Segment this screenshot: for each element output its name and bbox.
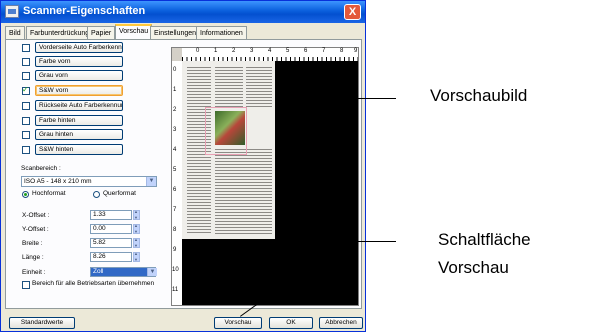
scan-area-select[interactable]: ISO A5 - 148 x 210 mm ▼ [21,176,157,187]
vertical-ruler: 0 1 2 3 4 5 6 7 8 9 10 11 [172,61,182,305]
scanner-properties-window: Scanner-Eigenschaften X Bild Farbunterdr… [0,0,366,332]
x-offset-spinner[interactable] [133,209,140,220]
preview-image[interactable] [182,61,358,305]
chevron-down-icon[interactable]: ▼ [146,177,156,186]
x-offset-label: X-Offset : [22,212,50,219]
ruler-h-6: 6 [304,48,308,54]
window-title: Scanner-Eigenschaften [23,5,146,17]
unit-chevron-down-icon[interactable]: ▼ [147,268,157,276]
ruler-h-5: 5 [286,48,290,54]
ruler-h-3: 3 [250,48,254,54]
y-offset-spinner[interactable] [133,223,140,234]
ruler-v-0: 0 [173,67,177,73]
option-back-bw[interactable]: S&W hinten [35,144,123,155]
ruler-v-11: 11 [172,287,179,293]
ruler-h-2: 2 [232,48,236,54]
option-checkbox-back-auto[interactable] [22,102,30,110]
length-label: Länge : [22,254,44,261]
option-checkbox-front-color[interactable] [22,58,30,66]
length-field[interactable]: 8.26 [90,252,132,262]
option-checkbox-front-gray[interactable] [22,72,30,80]
title-bar[interactable]: Scanner-Eigenschaften X [1,1,365,23]
text-column-middle [215,67,243,107]
preview-button[interactable]: Vorschau [214,317,262,329]
callout-line-preview-button [340,241,396,242]
cancel-button[interactable]: Abbrechen [319,317,363,329]
width-spinner[interactable] [133,237,140,248]
ruler-v-8: 8 [173,227,177,233]
scan-area-value: ISO A5 - 148 x 210 mm [24,178,92,185]
ruler-v-6: 6 [173,187,177,193]
callout-preview-button-line2: Vorschau [438,258,509,277]
width-label: Breite : [22,240,43,247]
option-checkbox-front-bw[interactable] [22,85,30,95]
option-front-auto-color[interactable]: Vorderseite Auto Farberkennung [35,42,123,53]
tab-informationen[interactable]: Informationen [196,26,247,39]
landscape-radio[interactable] [93,191,100,198]
x-offset-field[interactable]: 1.33 [90,210,132,220]
ruler-v-2: 2 [173,107,177,113]
option-back-auto-color[interactable]: Rückseite Auto Farberkennung [35,100,123,111]
option-back-color[interactable]: Farbe hinten [35,115,123,126]
portrait-label: Hochformat [32,190,66,197]
callout-preview-button-line1: Schaltfläche [438,230,531,249]
apply-all-label: Bereich für alle Betriebsarten übernehme… [32,280,155,287]
ruler-h-7: 7 [322,48,326,54]
preview-area[interactable]: 0 1 2 3 4 5 6 7 8 9 0 1 2 3 4 5 6 7 8 9 … [171,47,359,306]
ruler-v-4: 4 [173,147,177,153]
tab-einstellungen[interactable]: Einstellungen [150,26,201,39]
option-checkbox-back-color[interactable] [22,117,30,125]
ruler-h-8: 8 [340,48,344,54]
tab-bild[interactable]: Bild [5,26,25,39]
length-spinner[interactable] [133,251,140,262]
option-front-color[interactable]: Farbe vorn [35,56,123,67]
horizontal-ruler: 0 1 2 3 4 5 6 7 8 9 [182,48,358,61]
ruler-h-9: 9 [354,48,358,54]
callout-line-preview-image [348,98,396,99]
tab-farbunterdrueckung[interactable]: Farbunterdrückung [26,26,94,39]
scan-area-label: Scanbereich : [21,165,61,172]
ruler-v-3: 3 [173,127,177,133]
ruler-h-1: 1 [214,48,218,54]
scanner-icon [5,5,19,18]
option-checkbox-front-auto[interactable] [22,44,30,52]
ruler-v-1: 1 [173,87,177,93]
landscape-label: Querformat [103,190,136,197]
ruler-v-5: 5 [173,167,177,173]
y-offset-field[interactable]: 0.00 [90,224,132,234]
tab-vorschau[interactable]: Vorschau [115,24,153,40]
tab-papier[interactable]: Papier [87,26,116,39]
option-front-bw[interactable]: S&W vorn [35,85,123,96]
text-column-right [246,67,272,107]
option-checkbox-back-gray[interactable] [22,131,30,139]
portrait-radio[interactable] [22,191,29,198]
ruler-v-10: 10 [172,267,179,273]
unit-value: Zoll [93,268,104,275]
ruler-h-4: 4 [268,48,272,54]
y-offset-label: Y-Offset : [22,226,49,233]
ruler-v-7: 7 [173,207,177,213]
text-column-lower [215,149,272,235]
callout-preview-image: Vorschaubild [430,86,528,105]
ruler-h-0: 0 [196,48,200,54]
option-front-gray[interactable]: Grau vorn [35,70,123,81]
crop-frame[interactable] [205,107,247,155]
ok-button[interactable]: OK [269,317,313,329]
width-field[interactable]: 5.82 [90,238,132,248]
unit-label: Einheit : [22,269,46,276]
defaults-button[interactable]: Standardwerte [9,317,75,329]
close-button[interactable]: X [344,4,361,20]
ruler-v-9: 9 [173,247,177,253]
option-checkbox-back-bw[interactable] [22,146,30,154]
apply-all-checkbox[interactable] [22,281,30,289]
option-back-gray[interactable]: Grau hinten [35,129,123,140]
